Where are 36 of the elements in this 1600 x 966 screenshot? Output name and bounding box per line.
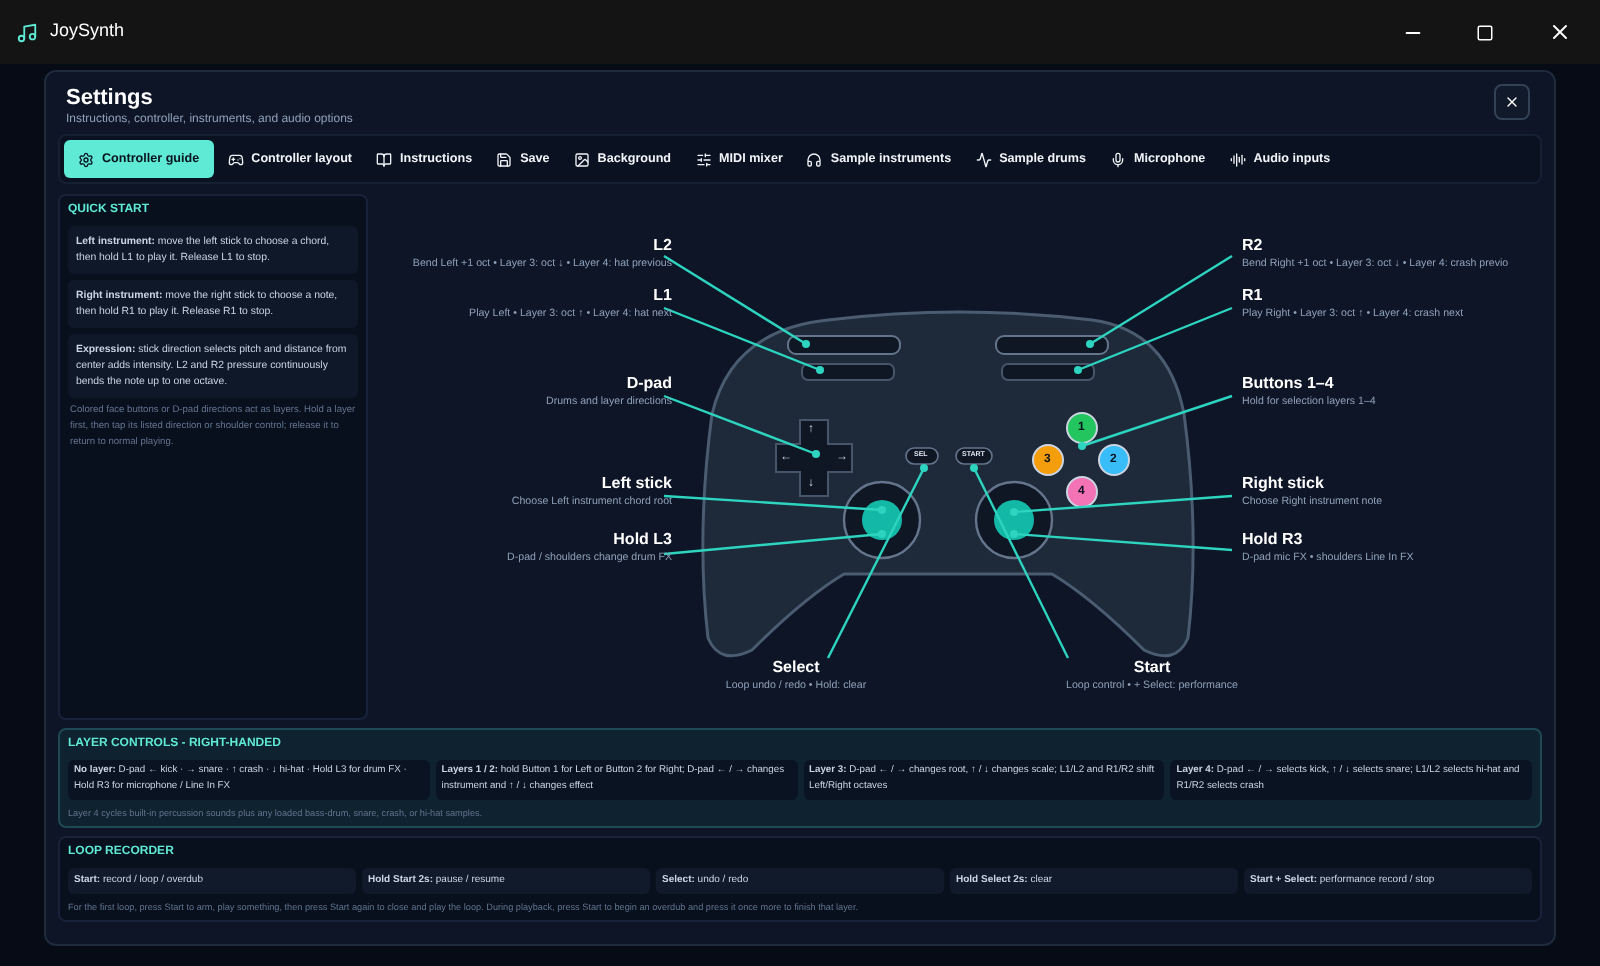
close-icon (1504, 94, 1520, 110)
headphones-icon (806, 151, 823, 167)
microphone-icon (1110, 151, 1126, 167)
close-button[interactable] (1494, 84, 1530, 120)
callout-title: R1 (1242, 286, 1263, 306)
l2-trigger (787, 335, 901, 355)
callout-title: Start (1133, 658, 1171, 678)
settings-icon (78, 151, 94, 167)
left-stick (842, 480, 922, 560)
callout-title: Select (772, 658, 820, 678)
callout-title: L2 (653, 236, 672, 256)
callout-title: Right stick (1242, 474, 1324, 494)
dialog-title: Settings (66, 84, 155, 112)
image-icon (573, 151, 590, 167)
callout-title: R2 (1242, 236, 1263, 256)
callout-title: D-pad (626, 374, 672, 394)
window-title: JoySynth (50, 18, 125, 45)
gamepad-icon (227, 151, 244, 167)
callout-title: Hold R3 (1242, 530, 1303, 550)
maximize-icon (1475, 23, 1493, 41)
book-icon (376, 151, 393, 167)
l1-bumper (801, 363, 895, 381)
app-icon (16, 21, 38, 43)
callout-title: Left stick (601, 474, 672, 494)
r2-trigger (995, 335, 1109, 355)
callout-title: Buttons 1–4 (1242, 374, 1334, 394)
pulse-icon (975, 151, 992, 167)
callout-title: Hold L3 (613, 530, 672, 550)
dpad (775, 419, 853, 497)
r1-bumper (1001, 363, 1095, 381)
audio-lines-icon (1229, 151, 1246, 167)
sliders-icon (695, 151, 712, 167)
save-icon (496, 151, 513, 167)
close-icon (1548, 20, 1572, 44)
right-stick (974, 480, 1054, 560)
callout-title: L1 (653, 286, 672, 306)
